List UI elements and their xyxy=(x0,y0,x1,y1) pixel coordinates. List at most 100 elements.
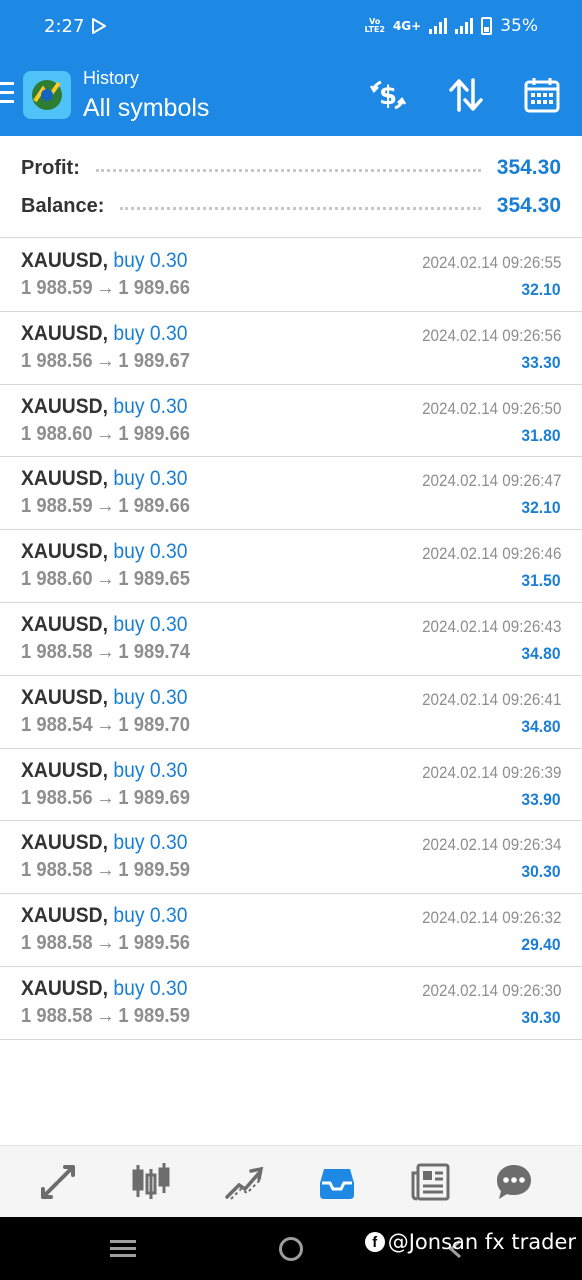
chat-icon[interactable] xyxy=(493,1161,535,1203)
deal-profit: 32.10 xyxy=(521,280,561,299)
battery-percent: 35% xyxy=(500,16,538,36)
deal-type: buy 0.30 xyxy=(113,249,188,272)
deal-symbol: XAUUSD, xyxy=(21,831,108,855)
close-price: 1 989.59 xyxy=(118,859,191,882)
system-nav-bar: f @Jonsan fx trader xyxy=(0,1217,582,1280)
menu-icon[interactable] xyxy=(0,82,14,104)
deal-time: 2024.02.14 09:26:39 xyxy=(421,763,561,782)
deal-symbol: XAUUSD, xyxy=(21,467,108,491)
deal-prices: 1 988.56 → 1 989.67 xyxy=(21,350,190,373)
deal-time: 2024.02.14 09:26:43 xyxy=(421,617,561,636)
arrow-icon: → xyxy=(96,640,115,663)
deal-symbol: XAUUSD, xyxy=(21,249,108,272)
deal-row[interactable]: XAUUSD, buy 0.30 1 988.60 → 1 989.65 2024.02… xyxy=(0,530,582,603)
arrow-icon: → xyxy=(96,859,115,882)
deal-row[interactable]: XAUUSD, buy 0.30 1 988.58 → 1 989.59 2024.02… xyxy=(0,821,582,895)
deal-prices: 1 988.56 → 1 989.69 xyxy=(21,787,190,810)
open-price: 1 988.56 xyxy=(21,786,93,809)
deal-prices: 1 988.58 → 1 989.59 xyxy=(21,859,190,882)
signal-icon-2 xyxy=(455,18,474,34)
deal-prices: 1 988.58 → 1 989.59 xyxy=(21,1005,190,1028)
deal-type: buy 0.30 xyxy=(113,976,188,1000)
deal-type: buy 0.30 xyxy=(113,540,188,564)
deal-row[interactable]: XAUUSD, buy 0.30 1 988.58 → 1 989.59 2024.02… xyxy=(0,967,582,1040)
deal-time: 2024.02.14 09:26:32 xyxy=(421,909,561,928)
balance-row: Balance: 354.30 xyxy=(21,191,561,221)
deal-symbol-line: XAUUSD, buy 0.30 xyxy=(21,686,187,710)
deal-time: 2024.02.14 09:26:50 xyxy=(421,399,561,418)
deal-profit: 33.90 xyxy=(521,789,561,809)
close-price: 1 989.74 xyxy=(118,640,191,663)
header: 2:27 Vo LTE2 4G+ 35% History All symbols… xyxy=(0,0,582,136)
deal-prices: 1 988.58 → 1 989.74 xyxy=(21,641,190,664)
deal-row[interactable]: XAUUSD, buy 0.30 1 988.56 → 1 989.67 2024.02… xyxy=(0,312,582,385)
svg-text:$: $ xyxy=(379,81,397,111)
history-icon[interactable] xyxy=(316,1161,358,1203)
deal-row[interactable]: XAUUSD, buy 0.30 1 988.56 → 1 989.69 2024.02… xyxy=(0,749,582,822)
sort-icon[interactable] xyxy=(447,76,485,114)
deal-prices: 1 988.59 → 1 989.66 xyxy=(21,277,190,300)
profit-row: Profit: 354.30 xyxy=(21,153,561,183)
facebook-icon: f xyxy=(364,1232,385,1252)
summary-panel: Profit: 354.30 Balance: 354.30 xyxy=(0,136,582,238)
deal-row[interactable]: XAUUSD, buy 0.30 1 988.59 → 1 989.66 2024.02… xyxy=(0,239,582,312)
deal-symbol-line: XAUUSD, buy 0.30 xyxy=(21,831,187,855)
deal-prices: 1 988.60 → 1 989.65 xyxy=(21,568,190,591)
deal-time: 2024.02.14 09:26:55 xyxy=(421,254,561,272)
deal-type: buy 0.30 xyxy=(113,758,188,782)
trade-icon[interactable] xyxy=(223,1161,265,1203)
dollar-exchange-icon[interactable]: $ xyxy=(369,76,407,114)
news-icon[interactable] xyxy=(410,1161,452,1203)
watermark-text: @Jonsan fx trader xyxy=(387,1230,576,1254)
home-button[interactable] xyxy=(279,1237,303,1261)
deal-row[interactable]: XAUUSD, buy 0.30 1 988.60 → 1 989.66 2024.02… xyxy=(0,385,582,458)
deal-type: buy 0.30 xyxy=(113,467,188,491)
arrow-icon: → xyxy=(96,786,115,809)
calendar-icon[interactable] xyxy=(523,76,561,114)
chart-icon[interactable] xyxy=(130,1161,172,1203)
deal-profit: 31.50 xyxy=(521,571,561,591)
deal-row[interactable]: XAUUSD, buy 0.30 1 988.58 → 1 989.74 2024.02… xyxy=(0,603,582,676)
close-price: 1 989.66 xyxy=(118,495,191,518)
arrow-icon: → xyxy=(96,932,115,955)
deal-symbol: XAUUSD, xyxy=(21,685,108,709)
battery-icon xyxy=(481,17,493,35)
deal-symbol-line: XAUUSD, buy 0.30 xyxy=(21,613,187,637)
deal-time: 2024.02.14 09:26:47 xyxy=(421,472,561,491)
deal-row[interactable]: XAUUSD, buy 0.30 1 988.59 → 1 989.66 2024.02… xyxy=(0,457,582,531)
status-time: 2:27 xyxy=(44,16,85,37)
deal-type: buy 0.30 xyxy=(113,321,188,345)
status-icons: Vo LTE2 4G+ 35% xyxy=(365,16,538,36)
deal-type: buy 0.30 xyxy=(113,394,188,418)
open-price: 1 988.58 xyxy=(21,859,93,882)
deal-row[interactable]: XAUUSD, buy 0.30 1 988.54 → 1 989.70 2024.02… xyxy=(0,676,582,749)
deal-profit: 34.80 xyxy=(521,643,561,663)
app-bar: History All symbols $ xyxy=(0,54,582,136)
close-price: 1 989.67 xyxy=(118,349,191,372)
signal-icon xyxy=(429,18,448,34)
balance-value: 354.30 xyxy=(496,194,561,217)
deal-type: buy 0.30 xyxy=(113,685,188,709)
screen-title[interactable]: All symbols xyxy=(83,94,209,123)
deal-prices: 1 988.59 → 1 989.66 xyxy=(21,495,190,518)
close-price: 1 989.66 xyxy=(118,422,191,445)
deal-symbol-line: XAUUSD, buy 0.30 xyxy=(21,322,187,346)
close-price: 1 989.65 xyxy=(118,568,191,591)
deal-time: 2024.02.14 09:26:56 xyxy=(421,326,561,345)
screen-subtitle: History xyxy=(83,68,140,88)
network-type: 4G+ xyxy=(392,19,422,33)
close-price: 1 989.70 xyxy=(118,713,191,736)
close-price: 1 989.59 xyxy=(118,1004,191,1027)
dotted-leader xyxy=(95,168,481,172)
status-bar: 2:27 Vo LTE2 4G+ 35% xyxy=(0,0,582,54)
quotes-icon[interactable] xyxy=(37,1161,79,1203)
mt5-history-screen: 2:27 Vo LTE2 4G+ 35% History All symbols… xyxy=(0,0,582,1280)
deal-row[interactable]: XAUUSD, buy 0.30 1 988.58 → 1 989.56 2024.02… xyxy=(0,894,582,967)
recent-apps-button[interactable] xyxy=(110,1240,136,1258)
close-price: 1 989.69 xyxy=(118,786,191,809)
deal-symbol: XAUUSD, xyxy=(21,612,108,636)
deal-profit: 30.30 xyxy=(521,1007,561,1027)
deal-time: 2024.02.14 09:26:34 xyxy=(421,836,561,855)
deal-symbol-line: XAUUSD, buy 0.30 xyxy=(21,540,187,564)
deal-time: 2024.02.14 09:26:41 xyxy=(421,690,561,709)
